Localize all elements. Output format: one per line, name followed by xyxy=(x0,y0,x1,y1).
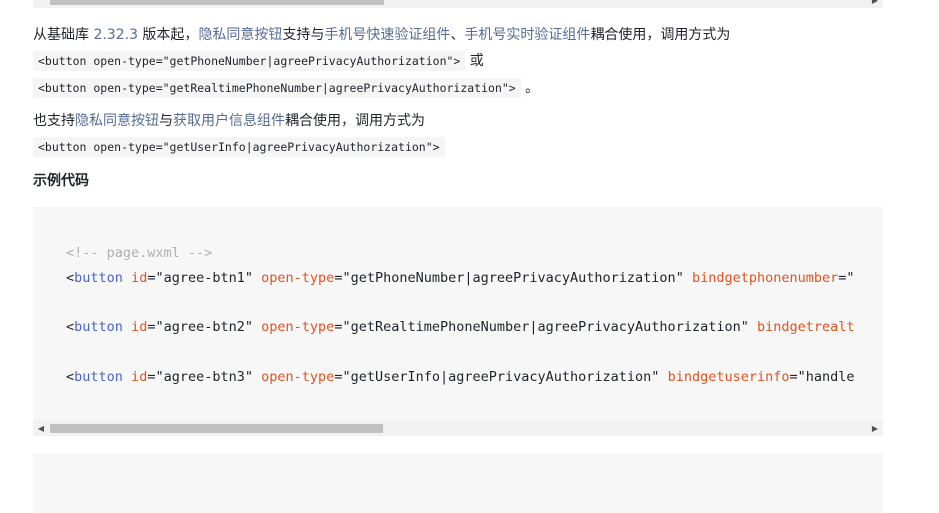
code-value: "getPhoneNumber|agreePrivacyAuthorizatio… xyxy=(342,269,684,286)
code-tag: button xyxy=(74,368,123,385)
inline-code: <button open-type="getRealtimePhoneNumbe… xyxy=(33,78,521,98)
privacy-button-link[interactable]: 隐私同意按钮 xyxy=(75,113,159,129)
also-text: 耦合使用，调用方式为 xyxy=(285,113,425,129)
code-block-text: <!-- page.wxml --> <button id="agree-btn… xyxy=(66,245,855,385)
code-line-1-row: <button open-type="getPhoneNumber|agreeP… xyxy=(33,50,484,72)
section-heading: 示例代码 xyxy=(33,173,89,189)
code-line-3-row: <button open-type="getUserInfo|agreePriv… xyxy=(33,136,445,158)
code-value: "agree-btn2" xyxy=(155,319,254,336)
code-attr: open-type xyxy=(261,368,335,385)
code-attr: id xyxy=(131,319,148,336)
intro-text: 从基础库 xyxy=(33,27,94,43)
inline-code: <button open-type="getUserInfo|agreePriv… xyxy=(33,137,445,157)
scrollbar-thumb[interactable] xyxy=(50,424,383,433)
separator: 、 xyxy=(450,27,465,43)
intro-text: 版本起， xyxy=(137,27,199,43)
privacy-button-link[interactable]: 隐私同意按钮 xyxy=(198,27,282,43)
code-attr: bindgetuserinfo xyxy=(667,368,790,385)
inline-code: <button open-type="getPhoneNumber|agreeP… xyxy=(33,51,466,71)
code-attr: bindgetphonenumber xyxy=(691,269,839,286)
intro-paragraph: 从基础库 2.32.3 版本起，隐私同意按钮支持与手机号快速验证组件、手机号实时… xyxy=(33,24,730,46)
scroll-left-arrow-icon[interactable]: ◀ xyxy=(33,421,49,436)
also-text: 也支持 xyxy=(33,113,75,129)
code-line-2-row: <button open-type="getRealtimePhoneNumbe… xyxy=(33,77,539,99)
userinfo-link[interactable]: 获取用户信息组件 xyxy=(173,113,285,129)
code-tag: button xyxy=(74,319,123,336)
code-value: "getRealtimePhoneNumber|agreePrivacyAuth… xyxy=(342,319,749,336)
period-text: 。 xyxy=(520,80,540,96)
code-attr: id xyxy=(131,269,148,286)
code-value: "agree-btn1" xyxy=(155,269,254,286)
or-text: 或 xyxy=(465,53,484,69)
intro-text: 支持与 xyxy=(282,27,325,43)
code-comment: <!-- page.wxml --> xyxy=(66,245,213,261)
code-attr: bindgetrealt xyxy=(756,319,855,336)
code-attr: id xyxy=(131,368,148,385)
phone-quick-verify-link[interactable]: 手机号快速验证组件 xyxy=(324,27,450,43)
code-value: =" xyxy=(838,269,855,286)
code-value: ="handle xyxy=(789,368,855,385)
phone-realtime-verify-link[interactable]: 手机号实时验证组件 xyxy=(464,27,590,43)
code-block-scrollbar[interactable]: ◀ ▶ xyxy=(33,421,883,436)
scroll-right-arrow-icon[interactable]: ▶ xyxy=(867,0,883,8)
code-value: "agree-btn3" xyxy=(155,368,254,385)
intro-text: 耦合使用，调用方式为 xyxy=(590,27,731,43)
code-attr: open-type xyxy=(261,319,335,336)
code-block: <!-- page.wxml --> <button id="agree-btn… xyxy=(33,207,883,421)
scroll-right-arrow-icon[interactable]: ▶ xyxy=(867,421,883,436)
also-text: 与 xyxy=(159,113,173,129)
also-paragraph: 也支持隐私同意按钮与获取用户信息组件耦合使用，调用方式为 xyxy=(33,110,425,132)
version-link[interactable]: 2.32.3 xyxy=(93,27,138,43)
top-code-scrollbar[interactable]: ▶ xyxy=(33,0,883,8)
code-attr: open-type xyxy=(261,269,335,286)
code-value: "getUserInfo|agreePrivacyAuthorization" xyxy=(342,368,660,385)
next-code-block xyxy=(33,453,883,513)
scrollbar-thumb[interactable] xyxy=(50,0,384,5)
code-tag: button xyxy=(74,269,123,286)
